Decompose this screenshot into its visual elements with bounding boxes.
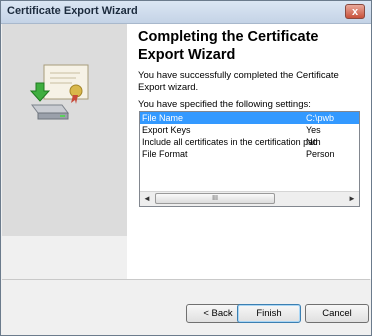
settings-row-file-name[interactable]: File Name C:\pwb bbox=[140, 112, 359, 124]
setting-value: Yes bbox=[306, 125, 321, 135]
setting-name: Include all certificates in the certific… bbox=[142, 137, 321, 147]
certificate-export-wizard-window: Certificate Export Wizard x Completing t… bbox=[0, 0, 372, 336]
completion-message: You have successfully completed the Cert… bbox=[138, 70, 339, 93]
scroll-right-arrow-icon[interactable]: ► bbox=[346, 193, 358, 205]
setting-value: No bbox=[306, 137, 318, 147]
page-heading: Completing the Certificate Export Wizard bbox=[138, 29, 319, 63]
certificate-export-icon bbox=[29, 64, 89, 120]
settings-row-file-format[interactable]: File Format Person bbox=[140, 148, 359, 160]
button-area-divider bbox=[2, 279, 370, 280]
window-title: Certificate Export Wizard bbox=[7, 5, 138, 17]
scrollbar-grip-icon: III bbox=[212, 195, 218, 202]
cancel-button[interactable]: Cancel bbox=[305, 304, 369, 323]
setting-name: File Name bbox=[142, 113, 184, 123]
setting-name: File Format bbox=[142, 149, 188, 159]
wizard-banner-panel bbox=[2, 24, 127, 236]
wizard-content-area: Completing the Certificate Export Wizard… bbox=[127, 24, 371, 279]
setting-name: Export Keys bbox=[142, 125, 191, 135]
setting-value: C:\pwb bbox=[306, 113, 335, 123]
setting-value: Person bbox=[306, 149, 335, 159]
close-icon: x bbox=[351, 6, 359, 18]
settings-row-include-certificates[interactable]: Include all certificates in the certific… bbox=[140, 136, 359, 148]
settings-label: You have specified the following setting… bbox=[138, 99, 311, 110]
settings-listbox[interactable]: File Name C:\pwb Export Keys Yes Include… bbox=[139, 111, 360, 207]
settings-row-export-keys[interactable]: Export Keys Yes bbox=[140, 124, 359, 136]
finish-button[interactable]: Finish bbox=[237, 304, 301, 323]
title-bar: Certificate Export Wizard x bbox=[1, 1, 371, 24]
scroll-left-arrow-icon[interactable]: ◄ bbox=[141, 193, 153, 205]
horizontal-scrollbar[interactable]: ◄ III ► bbox=[140, 191, 359, 206]
close-button[interactable]: x bbox=[345, 4, 365, 19]
scrollbar-thumb[interactable]: III bbox=[155, 193, 275, 204]
